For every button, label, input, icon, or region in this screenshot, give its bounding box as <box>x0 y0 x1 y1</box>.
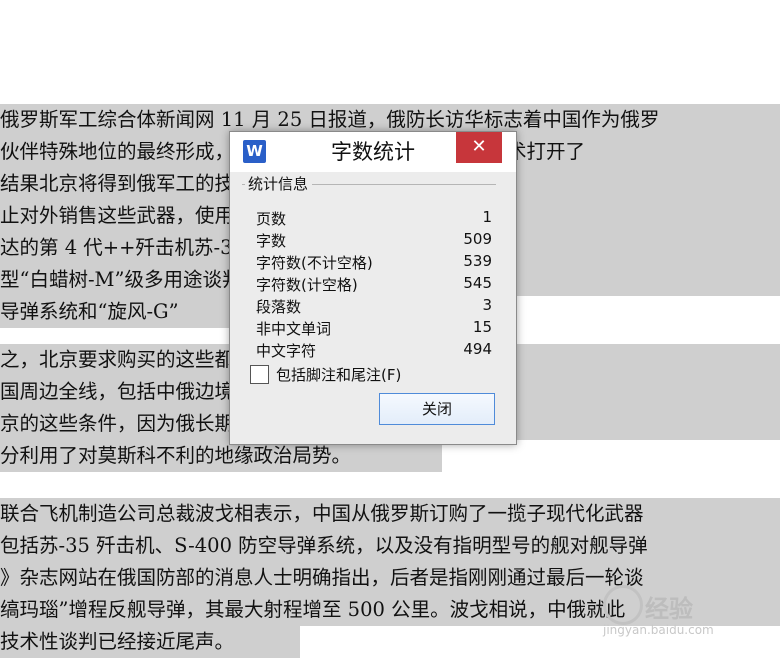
stat-value: 15 <box>472 318 492 336</box>
document-line: 技术性谈判已经接近尾声。 <box>0 626 300 658</box>
word-count-dialog: W 字数统计 ✕ 统计信息 页数 1 字数 509 字符数(不计空格) 539 … <box>229 131 517 445</box>
stat-label: 字符数(不计空格) <box>256 254 373 272</box>
watermark-text: 经验 <box>645 595 693 623</box>
stat-row-paragraphs: 段落数 3 <box>256 296 492 318</box>
document-line: 联合飞机制造公司总裁波戈相表示，中国从俄罗斯订购了一揽子现代化武器 <box>0 498 780 530</box>
stat-row-pages: 页数 1 <box>256 208 492 230</box>
include-footnotes-checkbox[interactable] <box>250 365 269 384</box>
stat-value: 3 <box>482 296 492 314</box>
document-line: 包括苏-35 歼击机、S-400 防空导弹系统，以及没有指明型号的舰对舰导弹 <box>0 530 780 562</box>
stat-value: 539 <box>463 252 492 270</box>
stats-group-title: 统计信息 <box>245 173 313 194</box>
close-icon[interactable]: ✕ <box>456 132 502 163</box>
stat-value: 1 <box>482 208 492 226</box>
stat-value: 494 <box>463 340 492 358</box>
stat-row-non-chinese-words: 非中文单词 15 <box>256 318 492 340</box>
stat-label: 页数 <box>256 210 287 228</box>
stat-value: 545 <box>463 274 492 292</box>
document-line: 导弹系统和“旋风-G” <box>0 296 232 328</box>
stat-label: 段落数 <box>256 298 302 316</box>
close-button[interactable]: 关闭 <box>379 393 495 425</box>
stat-row-chinese-chars: 中文字符 494 <box>256 340 492 362</box>
stat-row-words: 字数 509 <box>256 230 492 252</box>
stat-label: 非中文单词 <box>256 320 332 338</box>
baidu-paw-icon <box>603 585 643 625</box>
watermark: 经验 jingyan.baidu.com <box>585 585 760 645</box>
watermark-url: jingyan.baidu.com <box>603 623 714 637</box>
stat-row-chars-with-spaces: 字符数(计空格) 545 <box>256 274 492 296</box>
include-footnotes-label[interactable]: 包括脚注和尾注(F) <box>276 364 401 385</box>
stat-label: 字数 <box>256 232 287 250</box>
stat-label: 字符数(计空格) <box>256 276 358 294</box>
stat-value: 509 <box>463 230 492 248</box>
stat-row-chars-no-spaces: 字符数(不计空格) 539 <box>256 252 492 274</box>
dialog-titlebar[interactable]: W 字数统计 ✕ <box>230 132 516 172</box>
stat-label: 中文字符 <box>256 342 317 360</box>
